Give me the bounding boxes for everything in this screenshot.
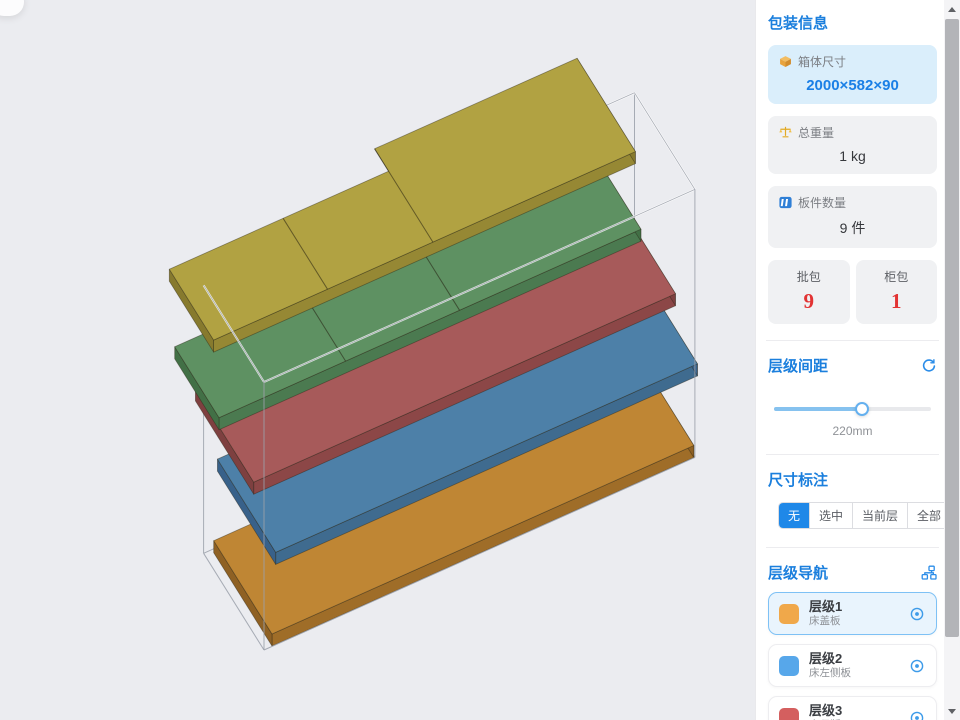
pack-stat-value: 1 [856,289,938,314]
triangle-down-icon [948,709,956,714]
scrollbar-thumb[interactable] [945,19,959,637]
layer-nav-list: 层级1 床盖板 层级2 床左侧板 层级3 中竖版 层 [768,592,937,720]
panel-count-value: 9 件 [778,211,927,240]
layer-nav-item-3[interactable]: 层级3 中竖版 [768,696,937,720]
section-divider [766,340,939,341]
box-size-label: 箱体尺寸 [798,53,846,70]
layer-nav-item-1[interactable]: 层级1 床盖板 [768,592,937,635]
tree-view-icon[interactable] [920,564,937,581]
layer-subtitle: 床盖板 [809,615,898,628]
packaging-info-label: 包装信息 [768,12,828,33]
pack-stat-value: 9 [768,289,850,314]
layer-color-swatch [779,708,799,720]
layer-nav-label: 层级导航 [768,562,828,583]
eye-visibility-icon[interactable] [908,709,926,720]
layer-spacing-header: 层级间距 [768,355,937,376]
pack-stats-row: 批包 9 柜包 1 [768,260,937,324]
box-size-value: 2000×582×90 [778,70,927,96]
layer-color-swatch [779,656,799,676]
panel-count-card: 板件数量 9 件 [768,186,937,248]
section-divider [766,454,939,455]
sidebar-content: 包装信息 箱体尺寸 2000×582×90 [756,0,945,720]
eye-visibility-icon[interactable] [908,605,926,623]
eye-visibility-icon[interactable] [908,657,926,675]
scene-canvas [0,0,755,720]
reset-spacing-icon[interactable] [921,358,937,374]
dimension-mode-group: 无选中当前层全部 [778,502,945,529]
dimension-label: 尺寸标注 [768,469,828,490]
layer-nav-item-2[interactable]: 层级2 床左侧板 [768,644,937,687]
layer-spacing-label: 层级间距 [768,355,828,376]
weight-label: 总重量 [798,124,834,141]
weight-value: 1 kg [778,141,927,166]
layer-title: 层级1 [809,599,898,615]
weight-card: 总重量 1 kg [768,116,937,174]
layer-nav-header: 层级导航 [768,562,937,583]
viewport-3d[interactable] [0,0,755,720]
section-divider [766,547,939,548]
dimension-header: 尺寸标注 [768,469,937,490]
dimension-option-2[interactable]: 当前层 [853,503,908,528]
dimension-option-0[interactable]: 无 [779,503,810,528]
dimension-option-1[interactable]: 选中 [810,503,853,528]
dimension-option-3[interactable]: 全部 [908,503,945,528]
packaging-info-title: 包装信息 [768,12,937,33]
box-icon [778,54,793,69]
scale-icon [778,125,793,140]
pack-stat-label: 柜包 [856,268,938,285]
pack-stat-card[interactable]: 批包 9 [768,260,850,324]
box-size-card: 箱体尺寸 2000×582×90 [768,45,937,104]
triangle-up-icon [948,7,956,12]
pack-stat-card[interactable]: 柜包 1 [856,260,938,324]
slider-fill [774,407,862,411]
layer-title: 层级3 [809,703,898,719]
sidebar-scrollbar[interactable] [944,0,960,720]
scroll-down-button[interactable] [944,702,960,720]
layer-color-swatch [779,604,799,624]
scroll-up-button[interactable] [944,0,960,18]
sidebar-panel: 包装信息 箱体尺寸 2000×582×90 [755,0,960,720]
layer-spacing-value: 220mm [768,424,937,438]
panel-count-label: 板件数量 [798,194,846,211]
slider-thumb[interactable] [855,402,869,416]
boards-icon [778,195,793,210]
layer-subtitle: 床左侧板 [809,667,898,680]
pack-stat-label: 批包 [768,268,850,285]
layer-title: 层级2 [809,651,898,667]
layer-spacing-slider[interactable] [774,402,931,416]
